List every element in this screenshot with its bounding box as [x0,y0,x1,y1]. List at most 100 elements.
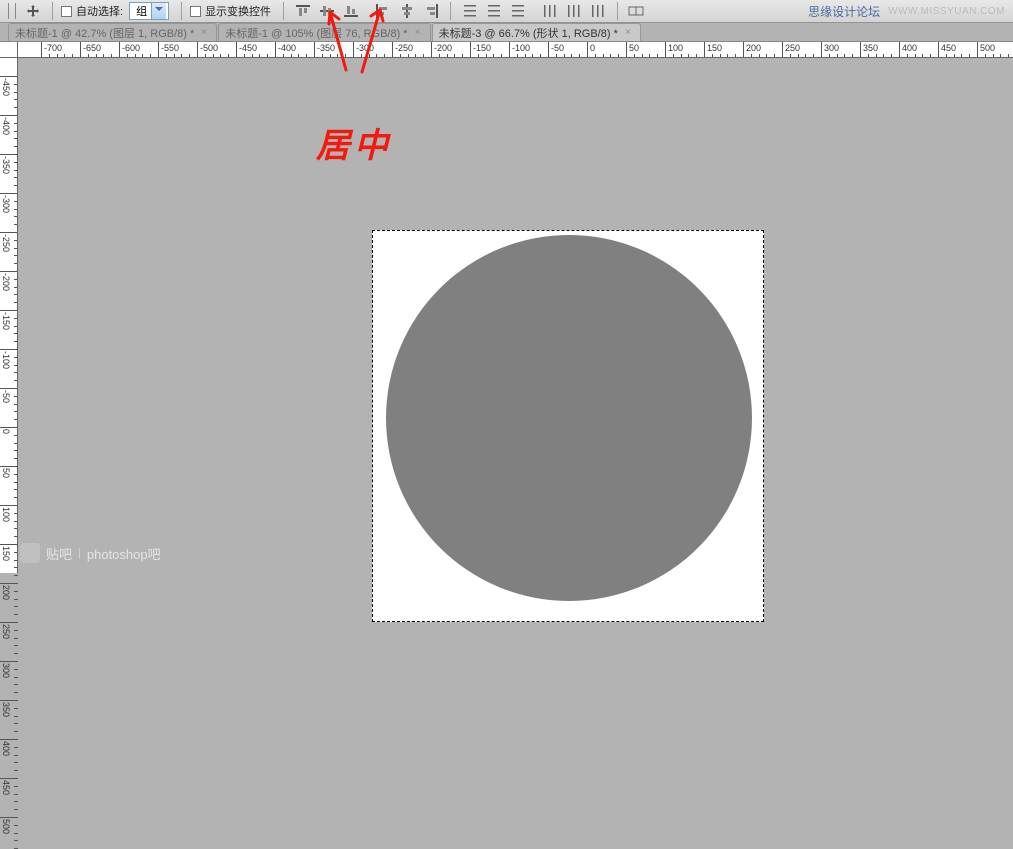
ruler-tick-minor [49,54,50,58]
grip-handle[interactable] [8,3,16,19]
ruler-tick-minor [837,54,838,58]
ruler-tick [353,42,354,58]
ruler-tick-minor [423,54,424,58]
distribute-vcenter-button[interactable] [483,1,505,21]
align-top-button[interactable] [292,1,314,21]
align-vcenter-button[interactable] [316,1,338,21]
ruler-tick-minor [751,54,752,58]
ruler-tick-minor [14,450,18,451]
align-hcenter-button[interactable] [396,1,418,21]
ruler-tick [548,42,549,58]
ruler-tick-minor [790,54,791,58]
ruler-tick [275,42,276,58]
close-icon[interactable]: × [412,27,424,39]
select-value: 组 [136,3,147,19]
ruler-tick-minor [649,54,650,58]
ruler-tick: -450 [0,76,18,77]
document-tab[interactable]: 未标题-1 @ 42.7% (图层 1, RGB/8) * × [8,23,217,41]
distribute-top-button[interactable] [459,1,481,21]
ruler-tick-minor [14,513,18,514]
ruler-tick-minor [14,131,18,132]
auto-select-checkbox[interactable] [61,6,72,17]
ruler-vertical[interactable]: -450-400-350-300-250-200-150-100-5005010… [0,58,18,573]
annotation-text: 居中 [316,118,392,167]
ruler-tick-minor [14,552,18,553]
document-canvas[interactable] [372,230,764,622]
ruler-tick-minor [345,54,346,58]
distribute-hcenter-button[interactable] [563,1,585,21]
ruler-corner[interactable] [0,42,18,58]
ruler-tick-minor [657,54,658,58]
align-right-button[interactable] [420,1,442,21]
ruler-tick-minor [384,54,385,58]
ruler-tick-minor [14,653,18,654]
ruler-tick-minor [14,669,18,670]
ruler-tick-minor [14,185,18,186]
ruler-tick-minor [14,365,18,366]
ruler-tick-minor [181,54,182,58]
ruler-tick-minor [439,54,440,58]
align-bottom-button[interactable] [340,1,362,21]
show-transform-checkbox[interactable] [190,6,201,17]
ruler-tick-minor [922,54,923,58]
ruler-horizontal[interactable] [18,42,1013,58]
ruler-tick [431,42,432,58]
ruler-tick-minor [14,138,18,139]
distribute-bottom-button[interactable] [507,1,529,21]
ruler-tick-minor [337,54,338,58]
ruler-tick [626,42,627,58]
close-icon[interactable]: × [622,27,634,39]
document-tab[interactable]: 未标题-1 @ 105% (图层 76, RGB/8) * × [218,23,430,41]
ruler-tick-minor [14,708,18,709]
ruler-tick-minor [330,54,331,58]
ruler-tick-minor [14,747,18,748]
ruler-tick-minor [454,54,455,58]
ruler-tick-minor [14,318,18,319]
ruler-tick-minor [14,419,18,420]
ruler-tick-minor [876,54,877,58]
ruler-tick-minor [14,692,18,693]
ruler-tick-minor [985,54,986,58]
ruler-tick-minor [14,84,18,85]
ruler-tick [509,42,510,58]
ruler-tick: 200 [0,583,18,584]
tab-label: 未标题-1 @ 42.7% (图层 1, RGB/8) * [15,25,194,41]
ruler-tick-minor [14,755,18,756]
ruler-tick-minor [946,54,947,58]
tab-label: 未标题-1 @ 105% (图层 76, RGB/8) * [225,25,407,41]
ruler-tick-minor [408,54,409,58]
show-transform-label: 显示变换控件 [205,3,271,19]
ruler-tick-minor [220,54,221,58]
ruler-tick-minor [14,294,18,295]
ruler-tick-minor [135,54,136,58]
watermark: 贴吧 | photoshop吧 [20,543,161,563]
auto-align-button[interactable] [626,1,648,21]
ruler-tick-minor [610,54,611,58]
auto-select-mode-dropdown[interactable]: 组 [129,2,169,20]
ruler-tick-minor [111,54,112,58]
ruler-tick-minor [205,54,206,58]
align-left-button[interactable] [372,1,394,21]
ruler-tick-minor [14,630,18,631]
ruler-tick-minor [844,54,845,58]
ruler-tick-minor [14,255,18,256]
ruler-tick-minor [14,411,18,412]
distribute-right-button[interactable] [587,1,609,21]
ruler-tick-minor [14,279,18,280]
ruler-tick-minor [688,54,689,58]
ruler-tick-minor [174,54,175,58]
ruler-tick-minor [14,333,18,334]
ruler-tick: 450 [0,778,18,779]
ruler-tick-minor [376,54,377,58]
ruler-tick-minor [954,54,955,58]
ruler-tick [743,42,744,58]
close-icon[interactable]: × [198,27,210,39]
distribute-left-button[interactable] [539,1,561,21]
ruler-tick-minor [805,54,806,58]
ruler-tick [665,42,666,58]
brand-text: 思缘设计论坛 [808,3,880,20]
document-tab[interactable]: 未标题-3 @ 66.7% (形状 1, RGB/8) *× [432,23,641,41]
shape-circle[interactable] [386,235,752,601]
ruler-tick: 50 [0,466,18,467]
ruler-tick-minor [361,54,362,58]
